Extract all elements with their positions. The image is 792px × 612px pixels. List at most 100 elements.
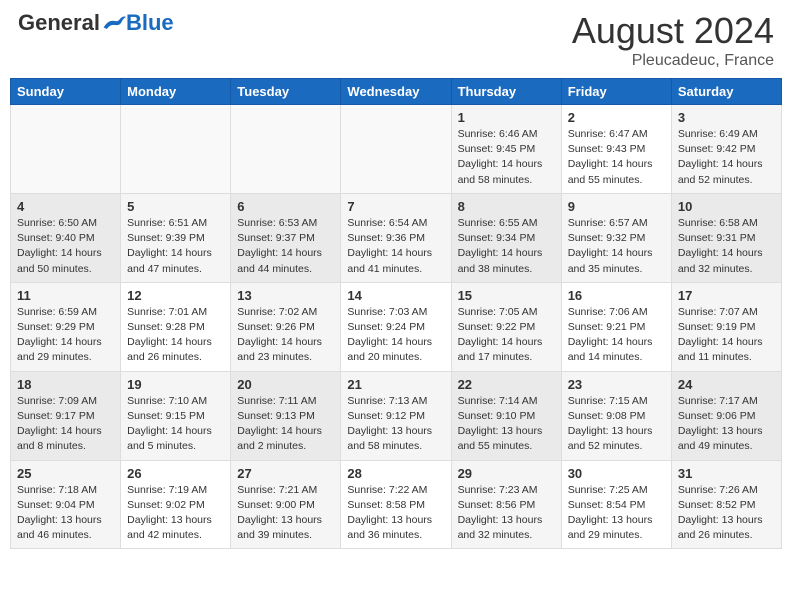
day-number: 13 xyxy=(237,288,334,303)
calendar-cell: 29 Sunrise: 7:23 AM Sunset: 8:56 PM Dayli… xyxy=(451,460,561,549)
calendar-cell: 12Sunrise: 7:01 AM Sunset: 9:28 PM Dayli… xyxy=(121,282,231,371)
day-info: Sunrise: 6:53 AM Sunset: 9:37 PM Dayligh… xyxy=(237,216,334,277)
day-info: Sunrise: 7:03 AM Sunset: 9:24 PM Dayligh… xyxy=(347,305,444,366)
day-number: 7 xyxy=(347,199,444,214)
day-number: 22 xyxy=(458,377,555,392)
day-info: Sunrise: 6:46 AM Sunset: 9:45 PM Dayligh… xyxy=(458,127,555,188)
day-info: Sunrise: 7:06 AM Sunset: 9:21 PM Dayligh… xyxy=(568,305,665,366)
calendar-cell: 11 Sunrise: 6:59 AM Sunset: 9:29 PM Dayli… xyxy=(11,282,121,371)
calendar-cell xyxy=(231,105,341,194)
calendar-cell: 28 Sunrise: 7:22 AM Sunset: 8:58 PM Dayli… xyxy=(341,460,451,549)
day-number: 21 xyxy=(347,377,444,392)
calendar-cell: 22 Sunrise: 7:14 AM Sunset: 9:10 PM Dayli… xyxy=(451,371,561,460)
calendar-cell: 27Sunrise: 7:21 AM Sunset: 9:00 PM Dayli… xyxy=(231,460,341,549)
weekday-header-monday: Monday xyxy=(121,79,231,105)
logo-bird-icon xyxy=(102,13,126,33)
day-number: 5 xyxy=(127,199,224,214)
weekday-header-sunday: Sunday xyxy=(11,79,121,105)
day-number: 10 xyxy=(678,199,775,214)
calendar-cell: 25 Sunrise: 7:18 AM Sunset: 9:04 PM Dayli… xyxy=(11,460,121,549)
day-number: 6 xyxy=(237,199,334,214)
calendar-cell: 3Sunrise: 6:49 AM Sunset: 9:42 PM Daylig… xyxy=(671,105,781,194)
day-info: Sunrise: 7:17 AM Sunset: 9:06 PM Dayligh… xyxy=(678,394,775,455)
calendar-week-4: 18 Sunrise: 7:09 AM Sunset: 9:17 PM Dayli… xyxy=(11,371,782,460)
day-info: Sunrise: 7:23 AM Sunset: 8:56 PM Dayligh… xyxy=(458,483,555,544)
day-info: Sunrise: 7:10 AM Sunset: 9:15 PM Dayligh… xyxy=(127,394,224,455)
day-number: 15 xyxy=(458,288,555,303)
day-info: Sunrise: 7:14 AM Sunset: 9:10 PM Dayligh… xyxy=(458,394,555,455)
logo-blue-text: Blue xyxy=(126,10,174,36)
logo-general-text: General xyxy=(18,10,100,36)
calendar-cell: 31 Sunrise: 7:26 AM Sunset: 8:52 PM Dayli… xyxy=(671,460,781,549)
day-number: 31 xyxy=(678,466,775,481)
weekday-header-row: SundayMondayTuesdayWednesdayThursdayFrid… xyxy=(11,79,782,105)
calendar-week-2: 4Sunrise: 6:50 AM Sunset: 9:40 PM Daylig… xyxy=(11,193,782,282)
day-info: Sunrise: 7:25 AM Sunset: 8:54 PM Dayligh… xyxy=(568,483,665,544)
calendar-cell: 23Sunrise: 7:15 AM Sunset: 9:08 PM Dayli… xyxy=(561,371,671,460)
day-info: Sunrise: 6:59 AM Sunset: 9:29 PM Dayligh… xyxy=(17,305,114,366)
day-number: 18 xyxy=(17,377,114,392)
calendar-cell xyxy=(341,105,451,194)
day-number: 1 xyxy=(458,110,555,125)
calendar-week-1: 1 Sunrise: 6:46 AM Sunset: 9:45 PM Daylig… xyxy=(11,105,782,194)
calendar-cell: 14 Sunrise: 7:03 AM Sunset: 9:24 PM Dayli… xyxy=(341,282,451,371)
day-number: 25 xyxy=(17,466,114,481)
calendar-week-3: 11 Sunrise: 6:59 AM Sunset: 9:29 PM Dayli… xyxy=(11,282,782,371)
calendar-cell: 8 Sunrise: 6:55 AM Sunset: 9:34 PM Daylig… xyxy=(451,193,561,282)
title-section: August 2024 Pleucadeuc, France xyxy=(572,10,774,70)
weekday-header-friday: Friday xyxy=(561,79,671,105)
day-info: Sunrise: 6:54 AM Sunset: 9:36 PM Dayligh… xyxy=(347,216,444,277)
day-info: Sunrise: 7:05 AM Sunset: 9:22 PM Dayligh… xyxy=(458,305,555,366)
logo: General Blue xyxy=(18,10,174,36)
calendar-cell: 10 Sunrise: 6:58 AM Sunset: 9:31 PM Dayli… xyxy=(671,193,781,282)
day-number: 12 xyxy=(127,288,224,303)
day-number: 29 xyxy=(458,466,555,481)
day-info: Sunrise: 6:57 AM Sunset: 9:32 PM Dayligh… xyxy=(568,216,665,277)
day-info: Sunrise: 6:49 AM Sunset: 9:42 PM Dayligh… xyxy=(678,127,775,188)
calendar-cell: 5 Sunrise: 6:51 AM Sunset: 9:39 PM Daylig… xyxy=(121,193,231,282)
day-info: Sunrise: 7:18 AM Sunset: 9:04 PM Dayligh… xyxy=(17,483,114,544)
day-number: 28 xyxy=(347,466,444,481)
weekday-header-wednesday: Wednesday xyxy=(341,79,451,105)
calendar-cell: 9 Sunrise: 6:57 AM Sunset: 9:32 PM Daylig… xyxy=(561,193,671,282)
day-number: 9 xyxy=(568,199,665,214)
day-number: 11 xyxy=(17,288,114,303)
day-info: Sunrise: 6:51 AM Sunset: 9:39 PM Dayligh… xyxy=(127,216,224,277)
calendar-cell: 1 Sunrise: 6:46 AM Sunset: 9:45 PM Daylig… xyxy=(451,105,561,194)
day-number: 24 xyxy=(678,377,775,392)
day-info: Sunrise: 7:09 AM Sunset: 9:17 PM Dayligh… xyxy=(17,394,114,455)
calendar-cell: 30 Sunrise: 7:25 AM Sunset: 8:54 PM Dayli… xyxy=(561,460,671,549)
day-number: 20 xyxy=(237,377,334,392)
day-info: Sunrise: 7:22 AM Sunset: 8:58 PM Dayligh… xyxy=(347,483,444,544)
calendar-week-5: 25 Sunrise: 7:18 AM Sunset: 9:04 PM Dayli… xyxy=(11,460,782,549)
calendar-cell: 18 Sunrise: 7:09 AM Sunset: 9:17 PM Dayli… xyxy=(11,371,121,460)
day-info: Sunrise: 7:21 AM Sunset: 9:00 PM Dayligh… xyxy=(237,483,334,544)
day-number: 30 xyxy=(568,466,665,481)
weekday-header-thursday: Thursday xyxy=(451,79,561,105)
day-info: Sunrise: 7:26 AM Sunset: 8:52 PM Dayligh… xyxy=(678,483,775,544)
day-info: Sunrise: 7:13 AM Sunset: 9:12 PM Dayligh… xyxy=(347,394,444,455)
calendar-cell: 26Sunrise: 7:19 AM Sunset: 9:02 PM Dayli… xyxy=(121,460,231,549)
calendar-cell: 20Sunrise: 7:11 AM Sunset: 9:13 PM Dayli… xyxy=(231,371,341,460)
calendar-cell: 19 Sunrise: 7:10 AM Sunset: 9:15 PM Dayli… xyxy=(121,371,231,460)
day-info: Sunrise: 7:02 AM Sunset: 9:26 PM Dayligh… xyxy=(237,305,334,366)
day-number: 17 xyxy=(678,288,775,303)
day-number: 19 xyxy=(127,377,224,392)
day-info: Sunrise: 7:07 AM Sunset: 9:19 PM Dayligh… xyxy=(678,305,775,366)
calendar-cell: 24 Sunrise: 7:17 AM Sunset: 9:06 PM Dayli… xyxy=(671,371,781,460)
day-info: Sunrise: 7:19 AM Sunset: 9:02 PM Dayligh… xyxy=(127,483,224,544)
day-info: Sunrise: 7:15 AM Sunset: 9:08 PM Dayligh… xyxy=(568,394,665,455)
page-header: General Blue August 2024 Pleucadeuc, Fra… xyxy=(10,10,782,70)
month-year-title: August 2024 xyxy=(572,10,774,52)
calendar-cell: 15 Sunrise: 7:05 AM Sunset: 9:22 PM Dayli… xyxy=(451,282,561,371)
day-info: Sunrise: 6:55 AM Sunset: 9:34 PM Dayligh… xyxy=(458,216,555,277)
calendar-cell xyxy=(121,105,231,194)
calendar-cell: 21 Sunrise: 7:13 AM Sunset: 9:12 PM Dayli… xyxy=(341,371,451,460)
calendar-cell: 17 Sunrise: 7:07 AM Sunset: 9:19 PM Dayli… xyxy=(671,282,781,371)
day-number: 16 xyxy=(568,288,665,303)
day-number: 8 xyxy=(458,199,555,214)
day-info: Sunrise: 6:58 AM Sunset: 9:31 PM Dayligh… xyxy=(678,216,775,277)
calendar-cell: 13 Sunrise: 7:02 AM Sunset: 9:26 PM Dayli… xyxy=(231,282,341,371)
weekday-header-tuesday: Tuesday xyxy=(231,79,341,105)
day-number: 14 xyxy=(347,288,444,303)
